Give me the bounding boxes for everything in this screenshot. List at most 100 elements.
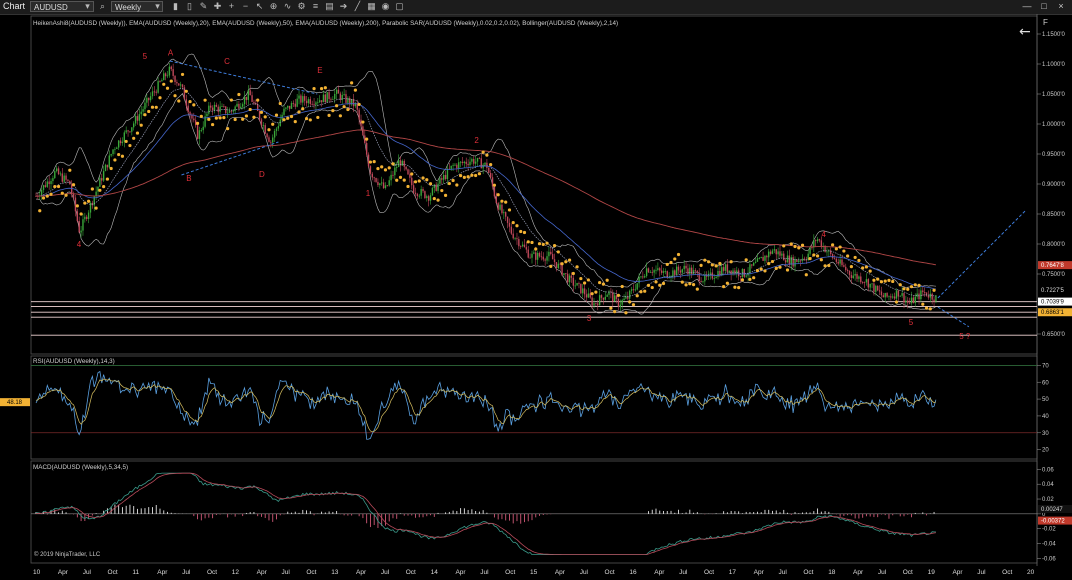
macd-pane-frame: [30, 460, 1038, 564]
candle-body: [634, 289, 637, 291]
rsi-pane-title: RSI(AUDUSD (Weekly),14,3): [33, 358, 115, 365]
candle-body: [467, 163, 469, 166]
sar-dot: [267, 128, 271, 132]
candle-body: [756, 258, 759, 262]
wave-label: 5 ?: [959, 332, 971, 341]
candle-body: [523, 244, 526, 248]
candle-body: [292, 103, 295, 104]
macd-tick-label: -0.04: [1042, 541, 1056, 547]
candle-body: [285, 107, 287, 109]
candle-body: [595, 303, 597, 305]
ema200-line: [36, 129, 936, 266]
candle-body: [687, 268, 689, 275]
sar-dot: [778, 265, 782, 269]
candle-body: [833, 258, 836, 259]
candle-body: [140, 111, 142, 115]
sar-dot: [699, 263, 703, 267]
x-tick-label: Oct: [306, 569, 316, 576]
sar-dot: [598, 280, 602, 285]
f-button[interactable]: F: [1043, 18, 1048, 27]
wave-label: D: [259, 170, 265, 179]
x-tick-label: 11: [132, 569, 139, 576]
candle-body: [394, 167, 396, 176]
candle-body: [901, 293, 903, 296]
sar-dot: [684, 283, 688, 287]
sar-dot: [293, 120, 297, 124]
sar-dot: [357, 102, 361, 107]
candle-body: [737, 270, 740, 277]
sar-dot: [274, 113, 279, 117]
candle-body: [429, 195, 432, 201]
sar-dot: [83, 201, 87, 205]
candle-body: [275, 128, 278, 132]
x-tick-label: Oct: [704, 569, 714, 576]
candle-body: [619, 304, 621, 308]
candle-body: [818, 239, 821, 241]
sar-dot: [564, 260, 568, 264]
candle-body: [412, 185, 415, 193]
sar-dot: [883, 279, 887, 283]
sar-dot: [785, 268, 790, 272]
sar-dot: [113, 158, 117, 162]
sar-dot: [909, 285, 914, 289]
candle-body: [300, 95, 302, 103]
x-tick-label: 19: [928, 569, 936, 576]
sar-dot: [590, 292, 594, 296]
candle-body: [794, 259, 796, 267]
candle-body: [86, 216, 88, 220]
candle-body: [409, 174, 411, 178]
candle-body: [473, 158, 475, 164]
candle-body: [240, 106, 242, 109]
candle-body: [907, 300, 909, 303]
candle-body: [456, 164, 458, 169]
candle-body: [322, 94, 325, 103]
candle-body: [76, 211, 79, 222]
candle-body: [544, 259, 546, 261]
sar-dot: [297, 110, 301, 114]
candle-body: [929, 293, 931, 298]
candle-body: [360, 119, 362, 127]
candle-body: [886, 292, 888, 297]
candle-body: [78, 221, 80, 233]
sar-dot: [353, 88, 357, 92]
sar-dot: [752, 276, 756, 280]
sar-dot: [759, 267, 763, 271]
candle-body: [112, 149, 114, 155]
sar-dot: [192, 103, 196, 107]
candle-body: [476, 157, 479, 162]
candle-body: [649, 272, 652, 273]
sar-dot: [515, 224, 519, 228]
candle-body: [131, 127, 133, 132]
rsi-tick-label: 40: [1042, 414, 1049, 420]
candle-body: [309, 99, 312, 104]
sar-dot: [522, 230, 527, 235]
sar-dot: [613, 310, 617, 314]
sar-dot: [575, 265, 579, 269]
candle-body: [241, 104, 244, 107]
sar-dot: [853, 255, 857, 260]
candle-body: [435, 184, 437, 191]
candle-body: [914, 296, 916, 304]
sar-dot: [504, 200, 508, 204]
candle-body: [655, 269, 657, 271]
candle-body: [452, 165, 454, 167]
candle-body: [288, 105, 291, 109]
candle-body: [923, 292, 926, 293]
chart-canvas[interactable]: HeikenAshi8(AUDUSD (Weekly)), EMA(AUDUSD…: [0, 0, 1072, 580]
candle-body: [121, 141, 124, 144]
back-arrow-icon[interactable]: ←: [1019, 24, 1031, 40]
candle-body: [512, 233, 514, 239]
candle-body: [151, 91, 154, 97]
wave-label: 4: [77, 240, 82, 249]
candle-body: [801, 258, 804, 261]
price-tick-label: 1.1000'0: [1042, 62, 1065, 68]
candle-body: [606, 294, 608, 297]
candle-body: [388, 180, 390, 186]
sar-dot: [346, 107, 350, 112]
candle-body: [318, 100, 321, 103]
candle-body: [70, 184, 73, 194]
sar-dot: [849, 265, 853, 269]
candle-body: [362, 126, 364, 136]
candle-body: [161, 80, 163, 82]
sar-dot: [244, 114, 249, 118]
